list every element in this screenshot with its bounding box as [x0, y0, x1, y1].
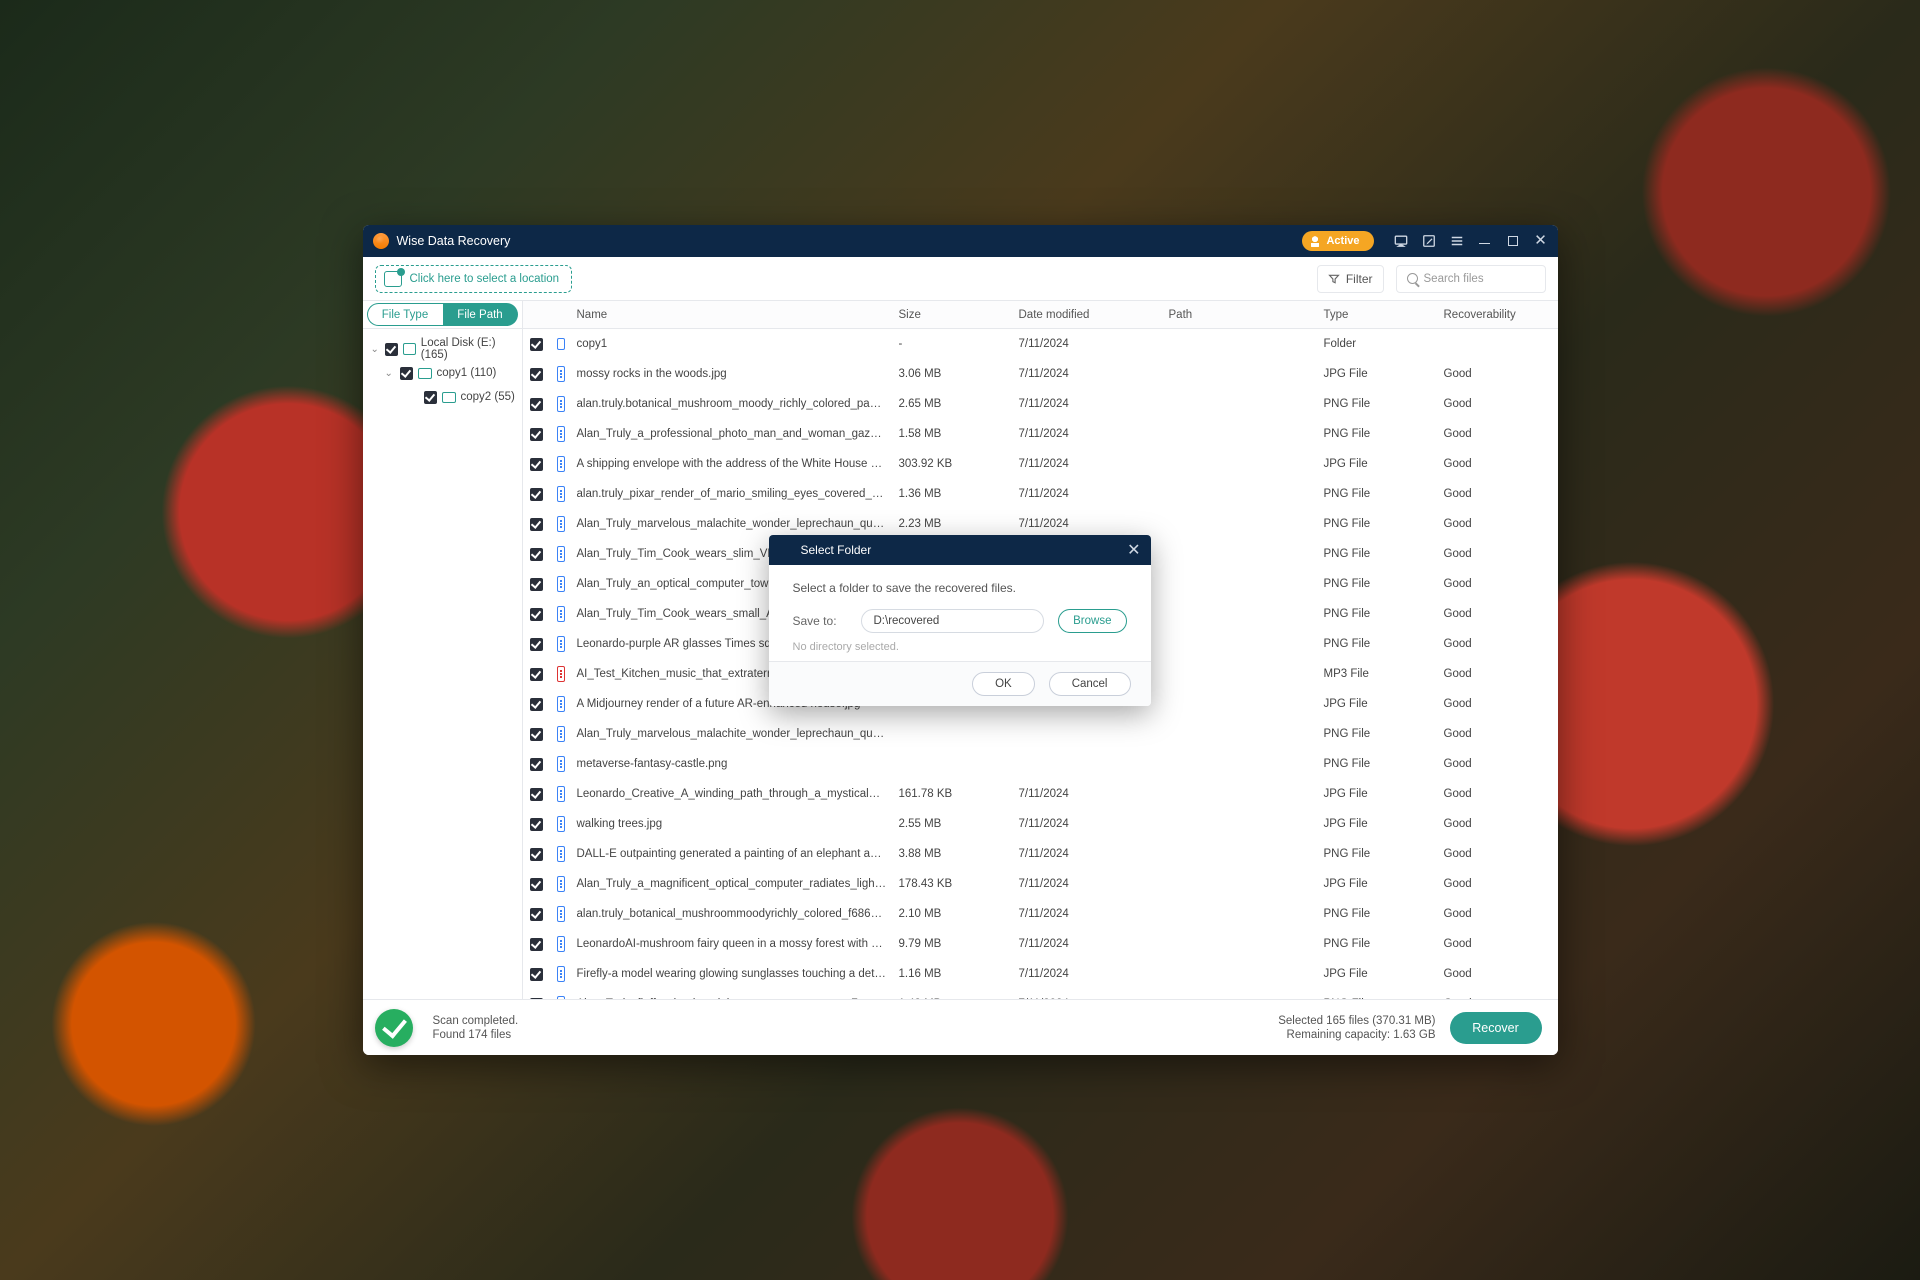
- dialog-prompt: Select a folder to save the recovered fi…: [793, 581, 1127, 595]
- browse-button[interactable]: Browse: [1058, 609, 1126, 633]
- ok-button[interactable]: OK: [972, 672, 1035, 696]
- save-path-input[interactable]: [861, 609, 1045, 633]
- dialog-title: Select Folder: [801, 543, 872, 557]
- dialog-close-button[interactable]: ✕: [1127, 540, 1140, 560]
- dialog-titlebar: Select Folder ✕: [769, 535, 1151, 565]
- dialog-note: No directory selected.: [793, 641, 1127, 653]
- save-to-label: Save to:: [793, 614, 847, 628]
- cancel-button[interactable]: Cancel: [1049, 672, 1131, 696]
- dialog-logo-icon: [779, 543, 793, 557]
- app-window: Wise Data Recovery Active ✕ Click here t…: [363, 225, 1558, 1055]
- select-folder-dialog: Select Folder ✕ Select a folder to save …: [769, 535, 1151, 706]
